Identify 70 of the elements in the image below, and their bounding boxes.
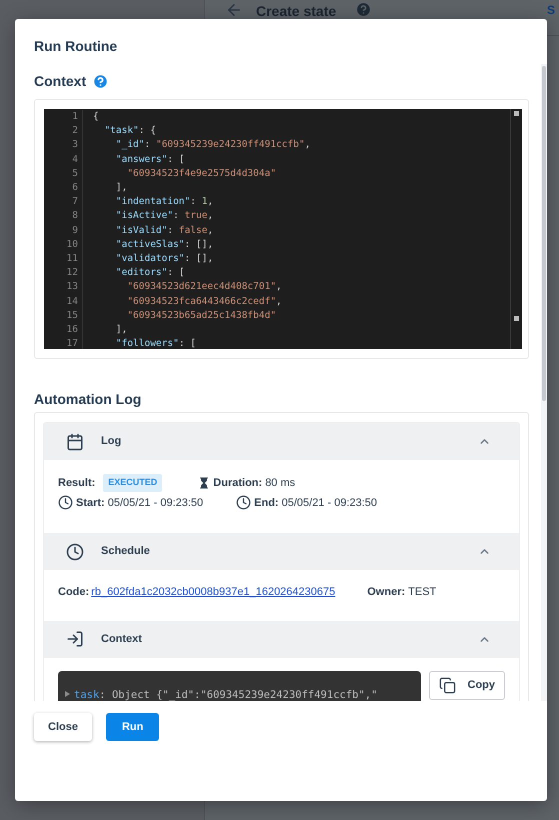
- code-line: "answers": [: [114, 152, 186, 167]
- routine-code-link[interactable]: rb_602fda1c2032cb0008b937e1_1620264230675: [91, 584, 336, 600]
- line-number: 17: [66, 337, 78, 349]
- line-number: 7: [72, 195, 78, 210]
- start-value: 05/05/21 - 09:23:50: [108, 496, 204, 510]
- code-line: "60934523fca6443466c2cedf",: [126, 294, 283, 309]
- code-line: "60934523f4e9e2575d4d304a": [126, 166, 278, 181]
- code-line: ],: [114, 323, 128, 338]
- owner-value: TEST: [408, 585, 436, 600]
- code-line: "validators": [],: [114, 252, 214, 266]
- code-line: "60934523d621eec4d408c701",: [126, 280, 283, 294]
- result-label: Result:: [58, 476, 96, 490]
- line-number: 8: [72, 209, 78, 224]
- accordion-header[interactable]: Context: [44, 620, 519, 658]
- code-line: "indentation": 1,: [114, 195, 214, 210]
- line-number: 13: [66, 280, 78, 294]
- accordion-header[interactable]: Log: [44, 423, 519, 460]
- accordion-header[interactable]: Schedule: [44, 533, 519, 570]
- calendar-icon: [66, 432, 84, 450]
- help-icon[interactable]: [355, 1, 372, 18]
- end-label: End:: [254, 496, 279, 510]
- status-badge: EXECUTED: [103, 474, 162, 492]
- close-button[interactable]: Close: [34, 713, 92, 741]
- dialog-title: Run Routine: [34, 37, 118, 56]
- line-number: 9: [72, 224, 78, 238]
- page-title: Create state: [256, 2, 336, 21]
- console-value: : Object {"_id":"609345239e24230ff491ccfb",": [99, 688, 378, 701]
- copy-button[interactable]: Copy: [428, 670, 505, 700]
- line-number: 6: [72, 181, 78, 196]
- run-button[interactable]: Run: [106, 713, 160, 741]
- line-number: 14: [66, 294, 78, 309]
- code-line: "task": {: [103, 124, 157, 138]
- code-line: "isActive": true,: [114, 209, 214, 224]
- code-label: Code:: [58, 585, 90, 600]
- arrow-into-box-icon: [66, 630, 84, 648]
- code-line: ],: [114, 181, 128, 196]
- clock-icon: [236, 495, 252, 510]
- duration-label: Duration:: [213, 476, 262, 490]
- duration-value: 80 ms: [265, 476, 296, 490]
- line-number: 15: [66, 308, 78, 323]
- console-key: task: [74, 688, 100, 701]
- expand-triangle-icon: [65, 690, 70, 696]
- code-line: "isValid": false,: [114, 224, 214, 238]
- code-line: "60934523b65ad25c1438fb4d": [126, 308, 278, 323]
- line-number: 11: [66, 252, 78, 266]
- section-title: Context: [101, 632, 142, 647]
- section-title: Schedule: [101, 544, 150, 560]
- section-title: Log: [101, 434, 122, 450]
- line-number: 1: [72, 110, 78, 124]
- clock-icon: [66, 542, 84, 560]
- line-number: 4: [72, 152, 78, 167]
- line-number: 16: [66, 323, 78, 338]
- owner-label: Owner:: [367, 585, 406, 600]
- line-number: 5: [72, 166, 78, 181]
- code-line: "_id": "609345239e24230ff491ccfb",: [114, 138, 312, 152]
- start-label: Start:: [76, 496, 105, 510]
- section-heading: Automation Log: [34, 390, 142, 409]
- line-number: 3: [72, 138, 78, 152]
- section-heading: Context: [34, 72, 86, 91]
- code-line: "followers": [: [114, 337, 198, 349]
- hourglass-icon: [198, 476, 210, 490]
- code-line: "editors": [: [114, 266, 186, 280]
- clock-icon: [58, 495, 73, 510]
- line-number: 10: [66, 238, 78, 252]
- line-number: 2: [72, 124, 78, 138]
- copy-icon: [438, 676, 456, 694]
- line-number: 12: [66, 266, 78, 280]
- code-line: {: [93, 110, 100, 124]
- code-line: "activeSlas": [],: [114, 238, 214, 252]
- end-value: 05/05/21 - 09:23:50: [282, 496, 378, 510]
